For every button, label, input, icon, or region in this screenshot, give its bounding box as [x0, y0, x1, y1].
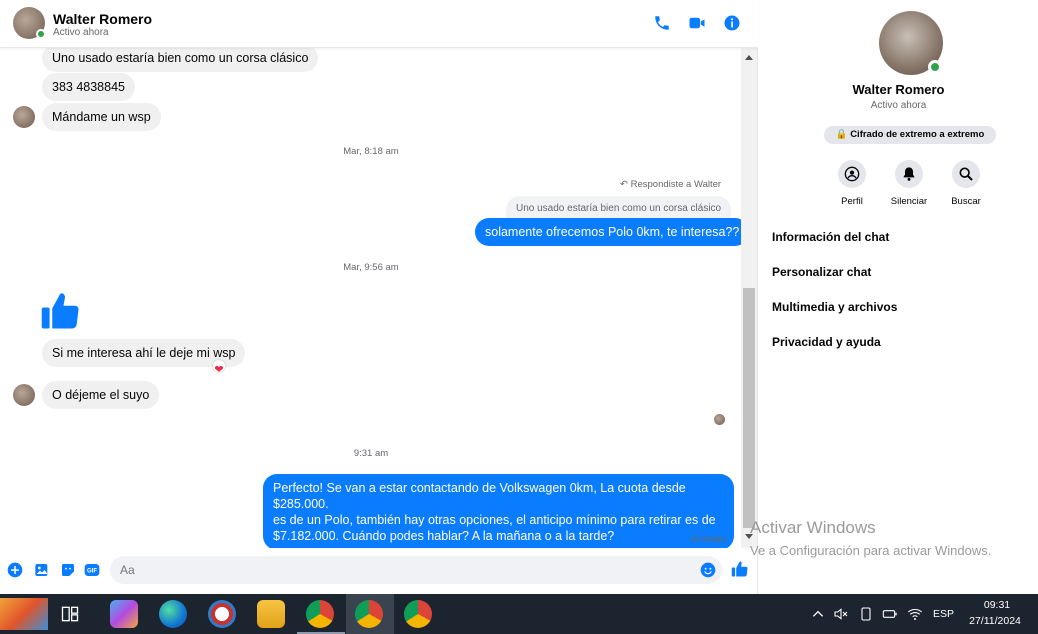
encryption-label: Cifrado de extremo a extremo	[850, 129, 985, 140]
avatar	[13, 106, 35, 128]
contact-name[interactable]: Walter Romero	[53, 11, 152, 27]
contact-status: Activo ahora	[53, 27, 109, 38]
taskbar: ESP 09:31 27/11/2024	[0, 594, 1038, 634]
online-indicator	[928, 60, 942, 74]
file-explorer-icon[interactable]	[257, 600, 285, 628]
timestamp: Mar, 8:18 am	[343, 146, 399, 157]
chrome-profile-icon[interactable]	[404, 600, 432, 628]
bell-icon	[903, 167, 915, 181]
encryption-badge[interactable]: 🔒 Cifrado de extremo a extremo	[824, 126, 996, 144]
reply-arrow-icon: ↶	[620, 179, 628, 190]
weather-widget-icon[interactable]	[0, 598, 48, 630]
chrome-profile-icon[interactable]	[355, 600, 383, 628]
heart-icon: ❤	[214, 364, 224, 376]
person-icon	[844, 166, 860, 182]
scroll-up-icon[interactable]	[745, 55, 753, 60]
timestamp: Mar, 9:56 am	[343, 262, 399, 273]
sent-status: Enviado	[691, 534, 726, 545]
chat-column: Walter Romero Activo ahora Uno usado est…	[0, 0, 758, 594]
menu-privacy-help[interactable]: Privacidad y ayuda	[772, 335, 881, 349]
message-outgoing[interactable]: solamente ofrecemos Polo 0km, te interes…	[475, 218, 742, 246]
clock-time[interactable]: 09:31	[966, 599, 1028, 611]
paint-app-icon[interactable]	[208, 600, 236, 628]
message-incoming[interactable]: 383 4838845	[42, 73, 135, 101]
mute-button[interactable]: Silenciar	[879, 160, 939, 207]
menu-customize-chat[interactable]: Personalizar chat	[772, 265, 871, 279]
search-button-circle[interactable]	[952, 160, 980, 188]
activation-watermark-title: Activar Windows	[750, 518, 876, 537]
phone-link-icon[interactable]	[858, 606, 874, 622]
profile-button[interactable]: Perfil	[822, 160, 882, 207]
search-button[interactable]: Buscar	[936, 160, 996, 207]
messenger-app: Walter Romero Activo ahora Uno usado est…	[0, 0, 1038, 594]
lock-icon: 🔒	[835, 129, 848, 140]
avatar	[13, 384, 35, 406]
reply-label-text: Respondiste a Walter	[630, 179, 722, 190]
reply-label: ↶ Respondiste a Walter	[620, 179, 721, 190]
message-line: es de un Polo, también hay otras opcione…	[273, 513, 716, 527]
emoji-icon[interactable]	[700, 562, 716, 578]
video-call-icon[interactable]	[688, 14, 706, 32]
plus-icon[interactable]	[7, 562, 23, 578]
sticker-icon[interactable]	[60, 562, 76, 578]
composer: GIF	[0, 552, 758, 592]
thumbs-up-icon[interactable]	[40, 290, 82, 332]
menu-media-files[interactable]: Multimedia y archivos	[772, 300, 897, 314]
menu-chat-info[interactable]: Información del chat	[772, 230, 889, 244]
timestamp: 9:31 am	[353, 448, 389, 459]
profile-button-circle[interactable]	[838, 160, 866, 188]
action-label: Buscar	[951, 196, 981, 207]
profile-name: Walter Romero	[852, 82, 945, 97]
svg-text:GIF: GIF	[87, 569, 97, 575]
message-line: Perfecto! Se van a estar contactando de …	[273, 481, 686, 511]
chrome-icon[interactable]	[306, 600, 334, 628]
message-incoming[interactable]: Uno usado estaría bien como un corsa clá…	[42, 48, 319, 72]
profile-status: Activo ahora	[870, 100, 927, 111]
scrollbar[interactable]	[741, 48, 757, 548]
clock-date[interactable]: 27/11/2024	[960, 615, 1030, 627]
language-indicator[interactable]: ESP	[933, 608, 954, 620]
action-label: Perfil	[841, 196, 863, 207]
chat-info-panel: Walter Romero Activo ahora 🔒 Cifrado de …	[759, 0, 1038, 594]
info-icon[interactable]	[723, 14, 741, 32]
message-list[interactable]: Uno usado estaría bien como un corsa clá…	[0, 48, 742, 548]
task-view-icon[interactable]	[60, 604, 80, 624]
online-indicator	[36, 29, 46, 39]
mute-button-circle[interactable]	[895, 160, 923, 188]
battery-icon[interactable]	[882, 606, 898, 622]
wifi-icon[interactable]	[907, 606, 923, 622]
message-incoming[interactable]: Mándame un wsp	[42, 103, 161, 131]
message-input[interactable]	[110, 556, 722, 584]
phone-icon[interactable]	[653, 14, 671, 32]
search-icon	[959, 167, 973, 181]
chevron-up-icon[interactable]	[811, 607, 825, 621]
photo-icon[interactable]	[34, 562, 50, 578]
speaker-muted-icon[interactable]	[833, 606, 849, 622]
scroll-thumb[interactable]	[743, 288, 755, 528]
action-label: Silenciar	[890, 196, 928, 207]
like-button-icon[interactable]	[731, 560, 749, 578]
activation-watermark-subtitle: Ve a Configuración para activar Windows.	[750, 543, 992, 558]
edge-browser-icon[interactable]	[159, 600, 187, 628]
copilot-icon[interactable]	[110, 600, 138, 628]
seen-avatar	[714, 414, 725, 425]
gif-icon[interactable]: GIF	[84, 562, 100, 578]
message-incoming[interactable]: O déjeme el suyo	[42, 381, 160, 409]
reaction-heart[interactable]: ❤	[213, 360, 225, 376]
chat-header: Walter Romero Activo ahora	[0, 0, 758, 48]
message-line: $7.182.000. Cuándo podes hablar? A la ma…	[273, 529, 615, 543]
